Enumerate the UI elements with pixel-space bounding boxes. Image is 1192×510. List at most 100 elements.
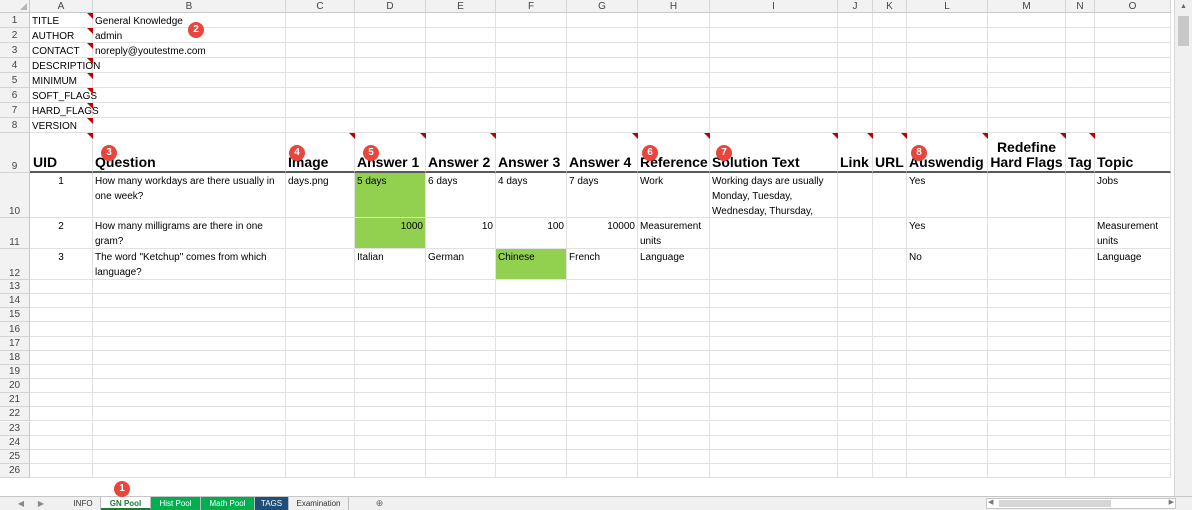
cell-question[interactable]: The word "Ketchup" comes from which lang… xyxy=(93,249,286,280)
cell[interactable] xyxy=(355,58,426,73)
cell[interactable] xyxy=(567,435,638,450)
cell-solution[interactable]: Working days are usually Monday, Tuesday… xyxy=(710,173,838,218)
cell[interactable] xyxy=(355,463,426,479)
cell[interactable] xyxy=(355,118,426,133)
cell[interactable] xyxy=(93,421,286,436)
cell-a4[interactable]: 7 days xyxy=(567,173,638,218)
cell[interactable] xyxy=(93,336,286,351)
cell[interactable] xyxy=(30,322,93,337)
cell[interactable] xyxy=(988,13,1066,28)
cell[interactable] xyxy=(286,43,355,58)
cell[interactable] xyxy=(907,322,988,337)
cell-auswendig[interactable]: Yes xyxy=(907,218,988,249)
cell[interactable] xyxy=(1066,58,1095,73)
cell[interactable] xyxy=(907,73,988,88)
cell[interactable] xyxy=(988,364,1066,380)
cell[interactable] xyxy=(710,449,838,464)
cell[interactable] xyxy=(710,379,838,394)
cell[interactable] xyxy=(838,336,873,351)
cell[interactable] xyxy=(496,379,567,394)
cell[interactable] xyxy=(838,449,873,464)
cell[interactable] xyxy=(838,13,873,28)
cell[interactable] xyxy=(638,322,710,337)
cell[interactable] xyxy=(426,322,496,337)
cell[interactable] xyxy=(873,421,907,436)
cell[interactable] xyxy=(710,364,838,380)
cell[interactable] xyxy=(988,407,1066,422)
comment-indicator-icon[interactable] xyxy=(87,118,93,124)
cell[interactable] xyxy=(286,294,355,309)
cell[interactable] xyxy=(873,43,907,58)
cell[interactable] xyxy=(638,13,710,28)
cell[interactable] xyxy=(355,421,426,436)
cell[interactable] xyxy=(286,393,355,408)
cell[interactable] xyxy=(988,118,1066,133)
cell[interactable] xyxy=(873,407,907,422)
cell[interactable] xyxy=(638,280,710,295)
cell[interactable] xyxy=(873,336,907,351)
cell[interactable] xyxy=(710,280,838,295)
cell[interactable] xyxy=(286,322,355,337)
cell[interactable] xyxy=(1095,73,1171,88)
cell[interactable] xyxy=(30,280,93,295)
cell[interactable] xyxy=(907,407,988,422)
cell[interactable] xyxy=(496,350,567,365)
cell[interactable] xyxy=(907,43,988,58)
cell[interactable] xyxy=(30,379,93,394)
cell[interactable] xyxy=(988,73,1066,88)
cell-image[interactable]: days.png xyxy=(286,173,355,218)
comment-indicator-icon[interactable] xyxy=(87,88,93,94)
cell[interactable] xyxy=(638,103,710,118)
cell[interactable] xyxy=(426,58,496,73)
row-header-2[interactable]: 2 xyxy=(0,28,30,43)
cell[interactable] xyxy=(988,294,1066,309)
column-header-A[interactable]: A xyxy=(30,0,93,13)
cell[interactable] xyxy=(426,294,496,309)
comment-indicator-icon[interactable] xyxy=(1089,133,1095,139)
cell[interactable] xyxy=(1095,118,1171,133)
cell[interactable] xyxy=(426,88,496,103)
row-header-14[interactable]: 14 xyxy=(0,294,30,309)
cell[interactable] xyxy=(93,294,286,309)
column-header-F[interactable]: F xyxy=(496,0,567,13)
comment-indicator-icon[interactable] xyxy=(832,133,838,139)
cell[interactable] xyxy=(838,407,873,422)
cell[interactable] xyxy=(638,350,710,365)
cell[interactable] xyxy=(988,435,1066,450)
cell[interactable] xyxy=(426,393,496,408)
column-title-uid[interactable]: UID xyxy=(30,133,93,173)
cell[interactable] xyxy=(1095,435,1171,450)
column-title-topic[interactable]: Topic xyxy=(1095,133,1171,173)
cell[interactable] xyxy=(567,379,638,394)
cell[interactable] xyxy=(426,73,496,88)
cell[interactable] xyxy=(838,393,873,408)
cell[interactable] xyxy=(355,28,426,43)
row-header-22[interactable]: 22 xyxy=(0,407,30,422)
cell[interactable] xyxy=(873,88,907,103)
cell[interactable] xyxy=(1066,308,1095,323)
cell[interactable] xyxy=(1066,28,1095,43)
cell[interactable] xyxy=(93,449,286,464)
cell[interactable] xyxy=(286,435,355,450)
sheet-tab-tags[interactable]: TAGS xyxy=(255,497,289,510)
cell[interactable] xyxy=(638,463,710,479)
cell[interactable] xyxy=(1066,118,1095,133)
cell[interactable] xyxy=(873,294,907,309)
cell[interactable] xyxy=(567,88,638,103)
cell[interactable] xyxy=(988,280,1066,295)
cell-tag[interactable] xyxy=(1066,249,1095,280)
cell[interactable] xyxy=(286,118,355,133)
cell[interactable] xyxy=(496,88,567,103)
row-header-1[interactable]: 1 xyxy=(0,13,30,28)
cell[interactable] xyxy=(286,28,355,43)
cell[interactable] xyxy=(496,308,567,323)
column-title-tag[interactable]: Tag xyxy=(1066,133,1095,173)
cell[interactable] xyxy=(638,421,710,436)
cell[interactable] xyxy=(93,463,286,479)
cell[interactable] xyxy=(1095,294,1171,309)
row-header-12[interactable]: 12 xyxy=(0,249,30,280)
cell[interactable] xyxy=(1066,421,1095,436)
cell[interactable] xyxy=(1066,364,1095,380)
cell[interactable] xyxy=(426,43,496,58)
cell[interactable] xyxy=(355,13,426,28)
